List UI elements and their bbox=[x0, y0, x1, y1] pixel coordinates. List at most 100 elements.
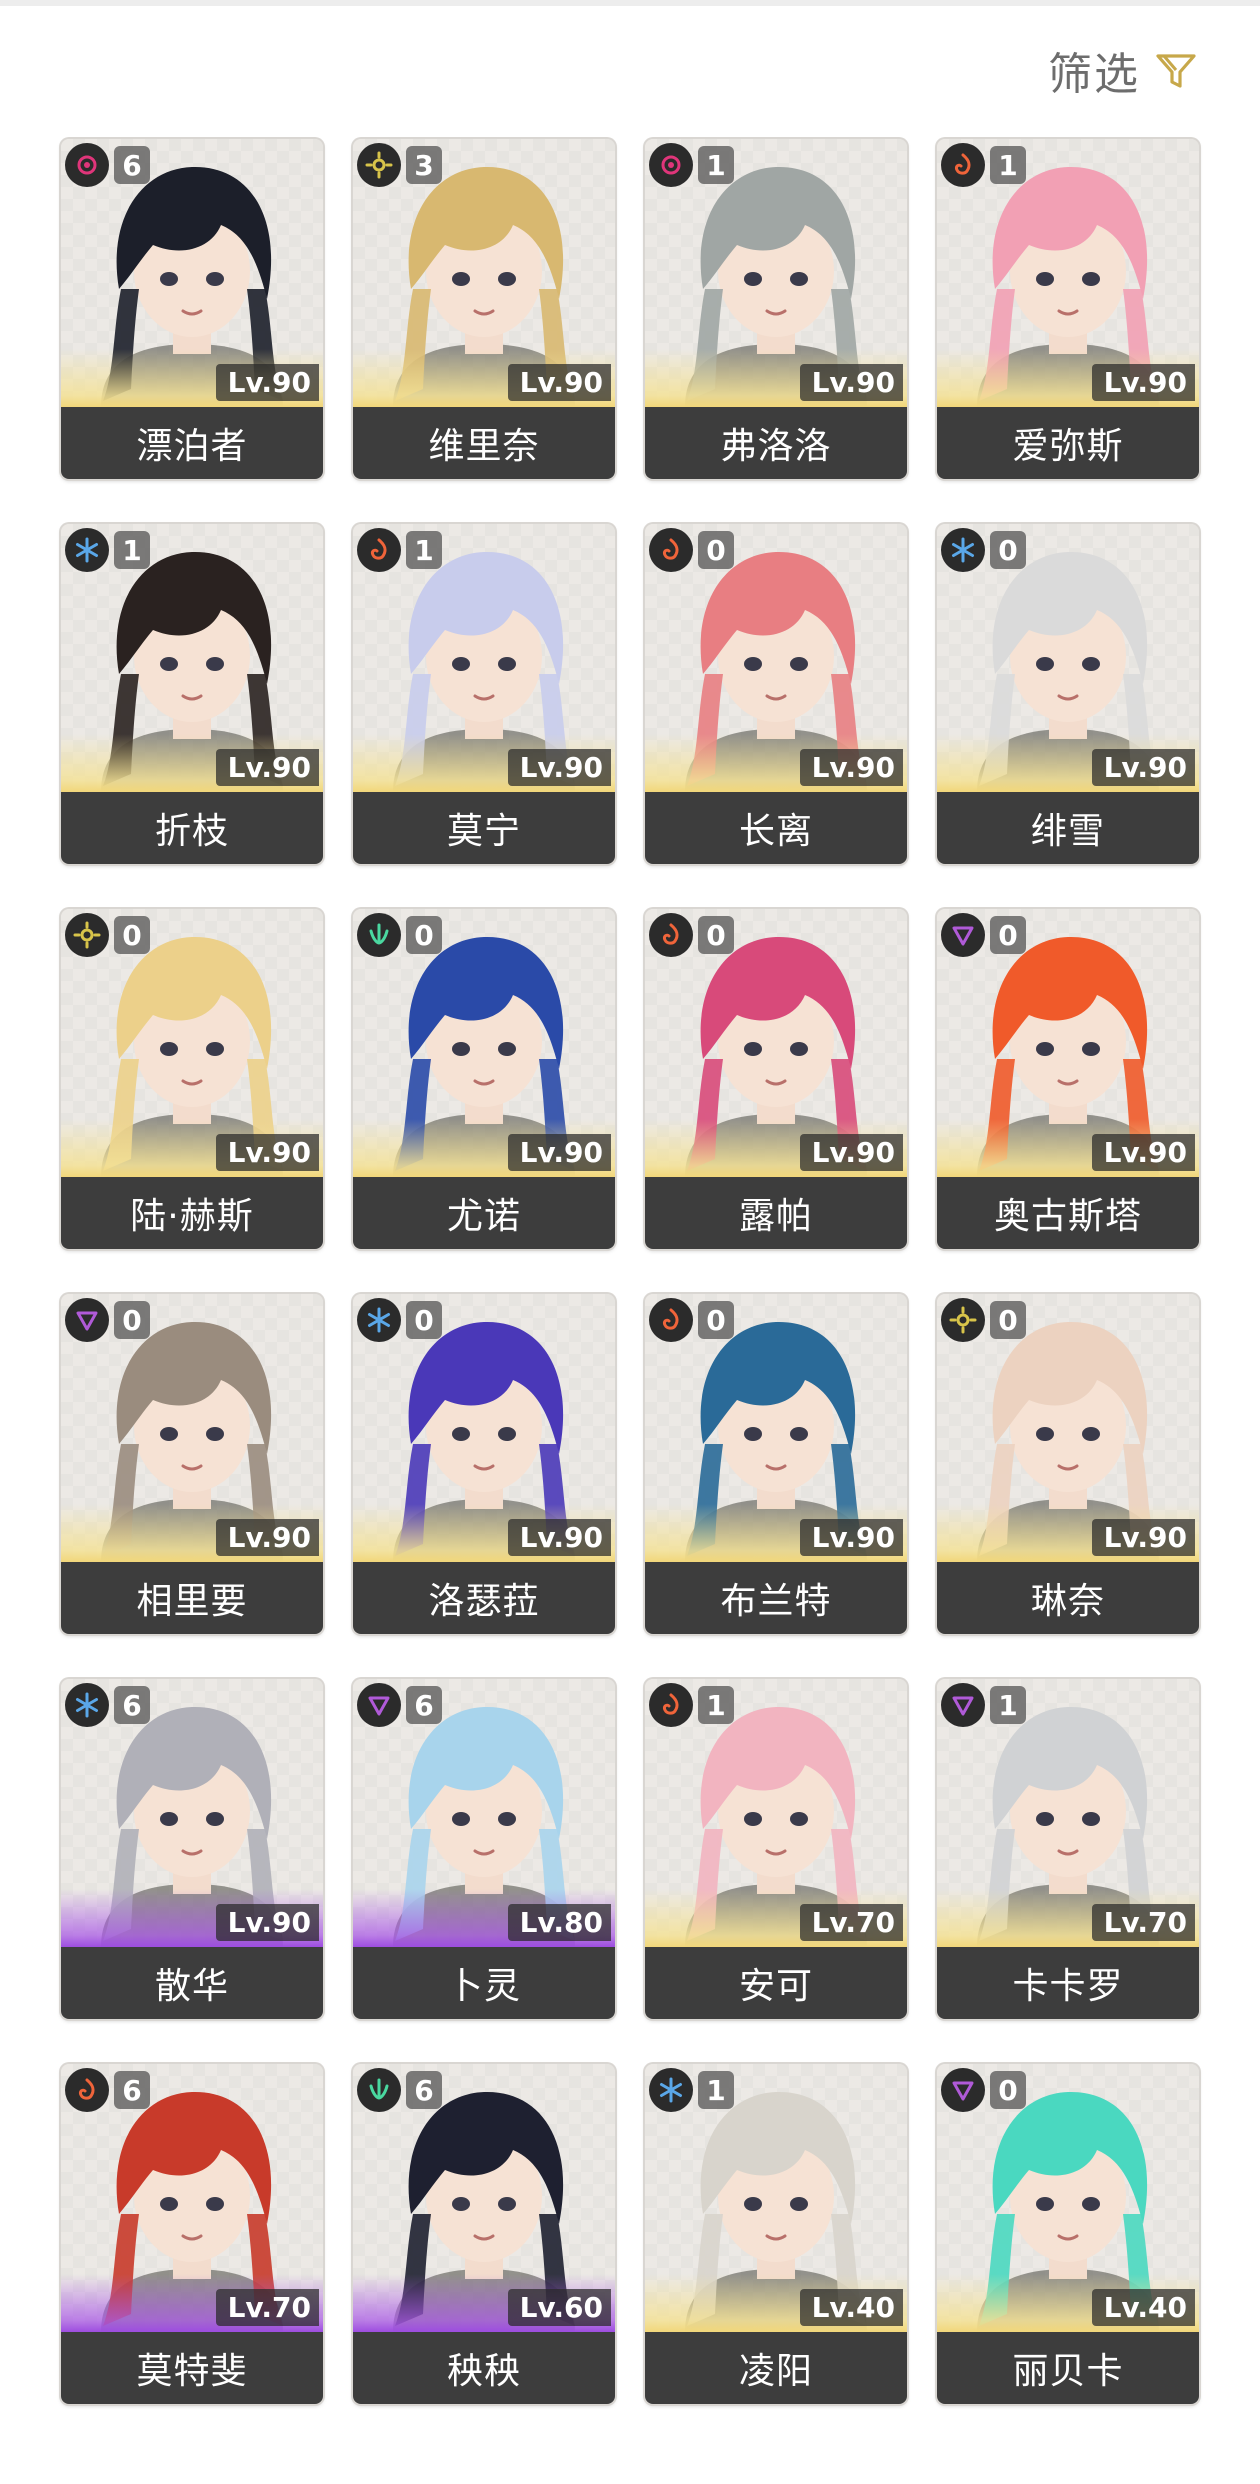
character-portrait: 0 Lv.40 bbox=[937, 2064, 1199, 2332]
badge-row: 0 bbox=[649, 1298, 734, 1342]
character-portrait: 1 Lv.70 bbox=[645, 1679, 907, 1947]
character-card[interactable]: 1 Lv.90 折枝 bbox=[61, 524, 323, 864]
level-tag: Lv.90 bbox=[1091, 364, 1195, 401]
badge-row: 6 bbox=[357, 1683, 442, 1727]
character-card[interactable]: 0 Lv.90 长离 bbox=[645, 524, 907, 864]
filter-button[interactable]: 筛选 bbox=[1048, 40, 1198, 100]
fusion-element-icon bbox=[65, 2068, 109, 2112]
level-tag: Lv.70 bbox=[799, 1904, 903, 1941]
level-tag: Lv.80 bbox=[507, 1904, 611, 1941]
badge-row: 1 bbox=[357, 528, 442, 572]
sequence-badge: 0 bbox=[406, 1301, 442, 1339]
character-card[interactable]: 0 Lv.90 陆·赫斯 bbox=[61, 909, 323, 1249]
character-name: 莫宁 bbox=[353, 792, 615, 864]
character-portrait: 0 Lv.90 bbox=[937, 1294, 1199, 1562]
character-card[interactable]: 0 Lv.90 尤诺 bbox=[353, 909, 615, 1249]
character-card[interactable]: 0 Lv.90 琳奈 bbox=[937, 1294, 1199, 1634]
electro-element-icon bbox=[357, 143, 401, 187]
character-portrait: 3 Lv.90 bbox=[353, 139, 615, 407]
havoc-element-icon bbox=[941, 2068, 985, 2112]
badge-row: 6 bbox=[357, 2068, 442, 2112]
character-grid: 6 Lv.90 漂泊者 3 Lv.90 维里奈 1 Lv.90 弗洛洛 1 Lv.90 爱弥斯 1 Lv.… bbox=[61, 139, 1199, 2404]
character-name: 秧秧 bbox=[353, 2332, 615, 2404]
badge-row: 1 bbox=[649, 2068, 734, 2112]
level-tag: Lv.90 bbox=[215, 1519, 319, 1556]
havoc-element-icon bbox=[65, 1298, 109, 1342]
level-tag: Lv.90 bbox=[507, 1519, 611, 1556]
character-card[interactable]: 0 Lv.90 露帕 bbox=[645, 909, 907, 1249]
character-name: 爱弥斯 bbox=[937, 407, 1199, 479]
sequence-badge: 0 bbox=[114, 1301, 150, 1339]
sequence-badge: 6 bbox=[114, 2071, 150, 2109]
sequence-badge: 1 bbox=[698, 2071, 734, 2109]
character-card[interactable]: 6 Lv.90 漂泊者 bbox=[61, 139, 323, 479]
character-card[interactable]: 1 Lv.40 凌阳 bbox=[645, 2064, 907, 2404]
badge-row: 3 bbox=[357, 143, 442, 187]
character-card[interactable]: 1 Lv.90 弗洛洛 bbox=[645, 139, 907, 479]
character-card[interactable]: 6 Lv.90 散华 bbox=[61, 1679, 323, 2019]
character-card[interactable]: 6 Lv.80 卜灵 bbox=[353, 1679, 615, 2019]
badge-row: 6 bbox=[65, 2068, 150, 2112]
electro-element-icon bbox=[65, 913, 109, 957]
character-portrait: 1 Lv.90 bbox=[645, 139, 907, 407]
character-card[interactable]: 3 Lv.90 维里奈 bbox=[353, 139, 615, 479]
sequence-badge: 1 bbox=[406, 531, 442, 569]
character-portrait: 1 Lv.90 bbox=[937, 139, 1199, 407]
character-name: 布兰特 bbox=[645, 1562, 907, 1634]
badge-row: 0 bbox=[941, 1298, 1026, 1342]
character-card[interactable]: 0 Lv.90 奥古斯塔 bbox=[937, 909, 1199, 1249]
character-portrait: 0 Lv.90 bbox=[61, 1294, 323, 1562]
character-name: 莫特斐 bbox=[61, 2332, 323, 2404]
character-card[interactable]: 1 Lv.90 爱弥斯 bbox=[937, 139, 1199, 479]
character-portrait: 0 Lv.90 bbox=[645, 524, 907, 792]
spectro-element-icon bbox=[649, 143, 693, 187]
badge-row: 0 bbox=[941, 913, 1026, 957]
sequence-badge: 1 bbox=[698, 1686, 734, 1724]
character-card[interactable]: 0 Lv.90 绯雪 bbox=[937, 524, 1199, 864]
character-name: 安可 bbox=[645, 1947, 907, 2019]
fusion-element-icon bbox=[357, 528, 401, 572]
electro-element-icon bbox=[941, 1298, 985, 1342]
level-tag: Lv.90 bbox=[1091, 1519, 1195, 1556]
character-portrait: 1 Lv.90 bbox=[353, 524, 615, 792]
character-card[interactable]: 0 Lv.90 相里要 bbox=[61, 1294, 323, 1634]
character-card[interactable]: 1 Lv.70 安可 bbox=[645, 1679, 907, 2019]
badge-row: 1 bbox=[941, 143, 1026, 187]
character-portrait: 6 Lv.90 bbox=[61, 139, 323, 407]
character-card[interactable]: 6 Lv.70 莫特斐 bbox=[61, 2064, 323, 2404]
level-tag: Lv.90 bbox=[507, 364, 611, 401]
level-tag: Lv.90 bbox=[507, 749, 611, 786]
character-name: 卜灵 bbox=[353, 1947, 615, 2019]
level-tag: Lv.90 bbox=[799, 364, 903, 401]
sequence-badge: 0 bbox=[698, 916, 734, 954]
character-card[interactable]: 1 Lv.90 莫宁 bbox=[353, 524, 615, 864]
badge-row: 1 bbox=[649, 1683, 734, 1727]
badge-row: 0 bbox=[65, 913, 150, 957]
glacio-element-icon bbox=[941, 528, 985, 572]
aero-element-icon bbox=[357, 913, 401, 957]
fusion-element-icon bbox=[649, 1683, 693, 1727]
badge-row: 0 bbox=[357, 1298, 442, 1342]
character-name: 陆·赫斯 bbox=[61, 1177, 323, 1249]
character-portrait: 6 Lv.70 bbox=[61, 2064, 323, 2332]
level-tag: Lv.90 bbox=[1091, 749, 1195, 786]
character-name: 丽贝卡 bbox=[937, 2332, 1199, 2404]
character-card[interactable]: 0 Lv.90 洛瑟菈 bbox=[353, 1294, 615, 1634]
glacio-element-icon bbox=[357, 1298, 401, 1342]
level-tag: Lv.90 bbox=[215, 749, 319, 786]
character-name: 凌阳 bbox=[645, 2332, 907, 2404]
glacio-element-icon bbox=[65, 1683, 109, 1727]
character-card[interactable]: 1 Lv.70 卡卡罗 bbox=[937, 1679, 1199, 2019]
glacio-element-icon bbox=[65, 528, 109, 572]
character-portrait: 0 Lv.90 bbox=[937, 524, 1199, 792]
character-portrait: 1 Lv.40 bbox=[645, 2064, 907, 2332]
character-card[interactable]: 0 Lv.90 布兰特 bbox=[645, 1294, 907, 1634]
character-card[interactable]: 0 Lv.40 丽贝卡 bbox=[937, 2064, 1199, 2404]
sequence-badge: 1 bbox=[990, 1686, 1026, 1724]
sequence-badge: 1 bbox=[114, 531, 150, 569]
badge-row: 0 bbox=[941, 2068, 1026, 2112]
character-card[interactable]: 6 Lv.60 秧秧 bbox=[353, 2064, 615, 2404]
sequence-badge: 0 bbox=[406, 916, 442, 954]
level-tag: Lv.40 bbox=[799, 2289, 903, 2326]
character-name: 折枝 bbox=[61, 792, 323, 864]
